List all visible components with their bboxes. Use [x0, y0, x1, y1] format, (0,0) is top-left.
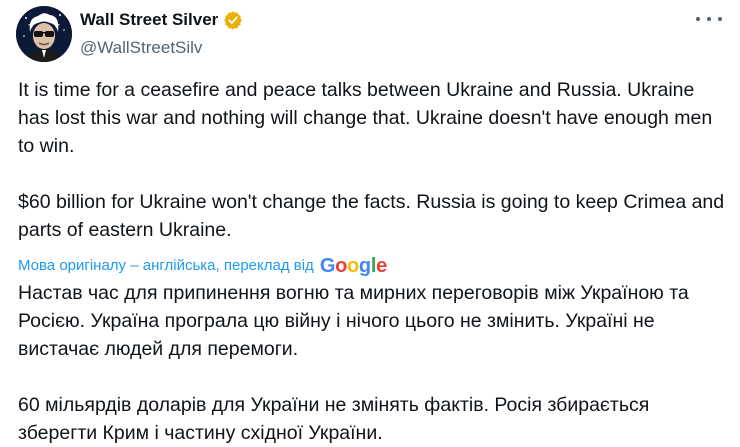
translated-paragraph: 60 мільярдів доларів для України не змін… — [18, 394, 650, 444]
translated-text: Настав час для припинення вогню та мирни… — [18, 279, 728, 447]
google-logo: Google — [319, 255, 387, 277]
handle[interactable]: @WallStreetSilv — [80, 38, 243, 58]
tweet-paragraph: It is time for a ceasefire and peace tal… — [18, 79, 713, 157]
tweet-card: Wall Street Silver @WallStreetSilv It is… — [0, 0, 740, 447]
translation-label: Мова оригіналу – англійська, переклад ві… — [18, 257, 314, 274]
display-name[interactable]: Wall Street Silver — [80, 9, 218, 31]
more-options-icon[interactable] — [696, 12, 722, 26]
tweet-paragraph: $60 billion for Ukraine won't change the… — [18, 191, 725, 241]
tweet-body: It is time for a ceasefire and peace tal… — [18, 76, 728, 447]
avatar-image — [16, 6, 72, 62]
author-header: Wall Street Silver @WallStreetSilv — [80, 9, 243, 58]
translated-paragraph: Настав час для припинення вогню та мирни… — [18, 282, 689, 360]
name-row: Wall Street Silver — [80, 9, 243, 31]
avatar[interactable] — [16, 6, 72, 62]
translation-attribution[interactable]: Мова оригіналу – англійська, переклад ві… — [18, 253, 728, 279]
verified-badge-icon[interactable] — [223, 10, 243, 30]
